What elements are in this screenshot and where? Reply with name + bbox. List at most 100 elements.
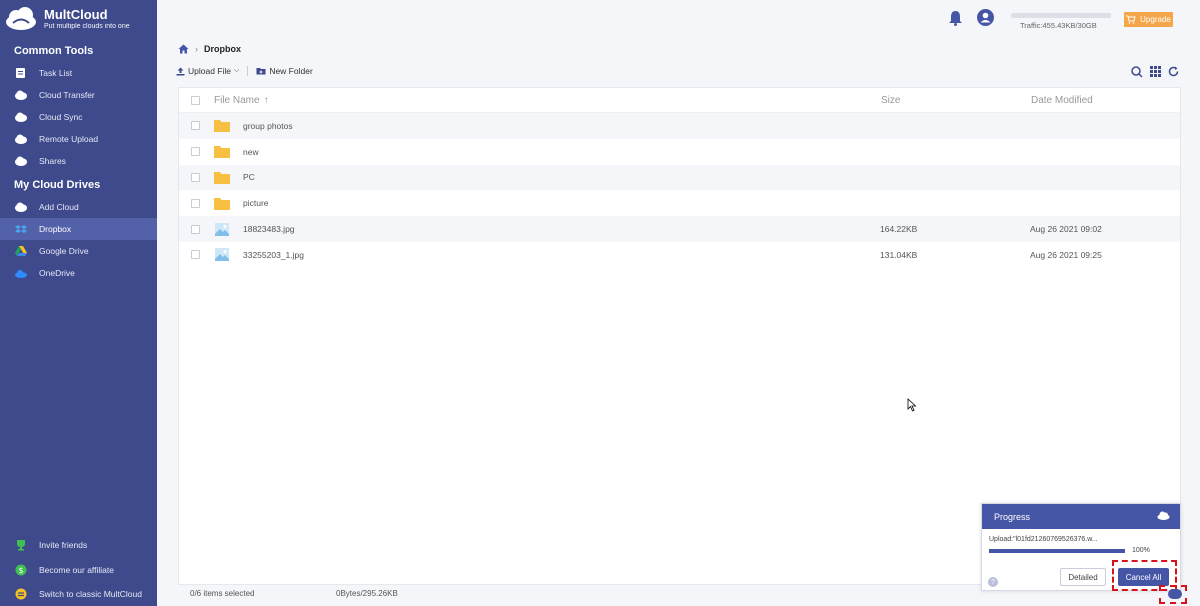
refresh-icon[interactable]	[1168, 66, 1179, 77]
sidebar-item-affiliate[interactable]: $ Become our affiliate	[0, 558, 157, 583]
file-name[interactable]: new	[243, 147, 880, 157]
row-checkbox[interactable]	[191, 121, 200, 131]
search-icon[interactable]	[1131, 66, 1143, 78]
drives-list: Add Cloud Dropbox Google Drive OneDrive	[0, 196, 157, 284]
toolbar: Upload File ⌵ New Folder	[176, 66, 321, 76]
view-tools	[1131, 66, 1179, 78]
new-folder-icon	[256, 68, 266, 75]
switch-icon	[14, 588, 27, 601]
column-file-name-label: File Name	[214, 94, 260, 106]
bell-icon[interactable]	[948, 10, 963, 26]
google-drive-icon	[14, 245, 27, 258]
breadcrumb-current[interactable]: Dropbox	[204, 44, 241, 54]
common-tools-list: Task List Cloud Transfer Cloud Sync Remo…	[0, 62, 157, 172]
sidebar-item-label: Invite friends	[39, 540, 88, 551]
add-cloud-icon	[14, 201, 27, 214]
file-name[interactable]: group photos	[243, 121, 880, 131]
my-drives-title: My Cloud Drives	[14, 179, 101, 191]
row-checkbox[interactable]	[191, 172, 200, 182]
chevron-right-icon: ›	[195, 44, 198, 54]
remote-upload-icon	[14, 133, 27, 146]
toolbar-divider	[247, 66, 249, 76]
row-checkbox[interactable]	[191, 250, 200, 260]
row-checkbox[interactable]	[191, 147, 200, 157]
sidebar-item-remote-upload[interactable]: Remote Upload	[0, 128, 157, 150]
grid-view-icon[interactable]	[1150, 66, 1161, 77]
home-icon[interactable]	[178, 44, 189, 54]
file-size: 164.22KB	[880, 224, 918, 235]
sidebar-item-invite-friends[interactable]: Invite friends	[0, 533, 157, 558]
sidebar-item-label: Cloud Sync	[39, 112, 83, 122]
cloud-transfer-icon	[14, 89, 27, 102]
folder-icon	[214, 146, 230, 159]
file-name[interactable]: PC	[243, 172, 880, 182]
upload-percent: 100%	[1132, 547, 1150, 554]
sidebar-item-cloud-transfer[interactable]: Cloud Transfer	[0, 84, 157, 106]
file-date: Aug 26 2021 09:02	[1030, 224, 1102, 235]
sidebar-item-label: Dropbox	[39, 224, 72, 234]
table-row[interactable]: group photos	[179, 113, 1180, 139]
upgrade-button[interactable]: Upgrade	[1124, 12, 1173, 27]
sidebar-item-task-list[interactable]: Task List	[0, 62, 157, 84]
sidebar-item-google-drive[interactable]: Google Drive	[0, 240, 157, 262]
upload-progress-fill	[989, 549, 1125, 553]
user-avatar[interactable]	[977, 9, 994, 26]
file-name[interactable]: picture	[243, 198, 880, 208]
upload-file-label: Upload File	[188, 66, 231, 76]
column-size[interactable]: Size	[881, 95, 1031, 106]
file-size: 131.04KB	[880, 249, 918, 260]
cloud-icon[interactable]	[1157, 511, 1170, 520]
upload-icon	[176, 67, 185, 75]
table-row[interactable]: PC	[179, 164, 1180, 191]
user-icon	[980, 12, 991, 23]
table-row[interactable]: picture	[179, 190, 1180, 216]
help-icon[interactable]: ?	[988, 577, 998, 587]
new-folder-button[interactable]: New Folder	[256, 66, 313, 76]
column-file-name[interactable]: File Name ↑	[214, 95, 881, 106]
shares-icon	[14, 155, 27, 168]
sidebar-item-label: Cloud Transfer	[39, 90, 95, 100]
table-row[interactable]: 18823483.jpg 164.22KB Aug 26 2021 09:02	[179, 216, 1180, 242]
upload-file-button[interactable]: Upload File ⌵	[176, 66, 239, 76]
sidebar-item-cloud-sync[interactable]: Cloud Sync	[0, 106, 157, 128]
chevron-down-icon: ⌵	[234, 67, 240, 74]
table-body: group photos new PC picture 18823483.jpg…	[179, 113, 1180, 268]
sidebar-item-add-cloud[interactable]: Add Cloud	[0, 196, 157, 218]
mouse-cursor-icon	[907, 398, 917, 412]
common-tools-title: Common Tools	[14, 45, 94, 57]
sidebar-item-label: OneDrive	[39, 268, 75, 278]
file-name[interactable]: 18823483.jpg	[243, 224, 880, 234]
folder-icon	[214, 197, 230, 210]
file-date: Aug 26 2021 09:25	[1030, 249, 1102, 260]
sidebar-item-label: Become our affiliate	[39, 564, 114, 575]
sidebar-item-switch-classic[interactable]: Switch to classic MultCloud	[0, 582, 157, 606]
sidebar: MultCloud Put multiple clouds into one C…	[0, 0, 157, 606]
row-checkbox[interactable]	[191, 198, 200, 208]
upgrade-label: Upgrade	[1140, 15, 1171, 24]
table-row[interactable]: new	[179, 139, 1180, 165]
sidebar-item-dropbox[interactable]: Dropbox	[0, 218, 157, 240]
sidebar-item-label: Add Cloud	[39, 202, 79, 212]
sidebar-item-shares[interactable]: Shares	[0, 150, 157, 172]
svg-text:$: $	[18, 566, 23, 575]
sidebar-item-label: Switch to classic MultCloud	[39, 589, 142, 600]
brand-tagline: Put multiple clouds into one	[44, 22, 130, 30]
sidebar-item-label: Remote Upload	[39, 134, 99, 144]
image-file-icon	[215, 248, 229, 262]
traffic-bar	[1011, 13, 1111, 18]
column-date-modified[interactable]: Date Modified	[1031, 95, 1093, 106]
row-checkbox[interactable]	[191, 224, 200, 234]
file-name[interactable]: 33255203_1.jpg	[243, 250, 880, 260]
onedrive-icon	[14, 267, 27, 280]
trophy-icon	[14, 539, 27, 552]
logo[interactable]: MultCloud Put multiple clouds into one	[0, 0, 157, 38]
sidebar-item-onedrive[interactable]: OneDrive	[0, 262, 157, 284]
sidebar-bottom-links: Invite friends $ Become our affiliate Sw…	[0, 533, 157, 606]
detailed-button[interactable]: Detailed	[1060, 568, 1106, 586]
table-row[interactable]: 33255203_1.jpg 131.04KB Aug 26 2021 09:2…	[179, 242, 1180, 268]
dropbox-icon	[14, 223, 27, 236]
cart-icon	[1126, 15, 1136, 24]
table-header: File Name ↑ Size Date Modified	[179, 88, 1180, 113]
select-all-checkbox[interactable]	[191, 95, 200, 105]
traffic-text: Traffic:455.43KB/30GB	[1020, 21, 1097, 30]
